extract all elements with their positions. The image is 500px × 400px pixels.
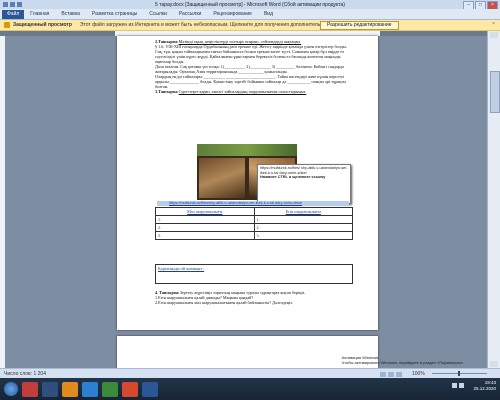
protected-view-message[interactable]: Этот файл загружен из Интернета и может …	[80, 22, 354, 28]
picture-left-scene	[199, 158, 245, 198]
task3-heading: 3.Тапсырма	[155, 89, 178, 94]
tab-view[interactable]: Вид	[258, 9, 279, 19]
protected-view-label: Защищенный просмотр	[13, 22, 72, 28]
document-page[interactable]: 2.Тапсырма Мәтінді оқып, кеңістіктерді т…	[117, 36, 378, 330]
system-tray: 19:43 25.12.2020	[452, 380, 496, 392]
taskbar-app-icon[interactable]	[102, 381, 118, 397]
tab-review[interactable]: Рецензирование	[207, 9, 258, 19]
table-cell[interactable]: 2.	[253, 223, 354, 232]
ribbon-tabs: Файл Главная Вставка Разметка страницы С…	[0, 9, 500, 20]
word-count[interactable]: Число слов: 1 204	[4, 371, 46, 377]
tooltip-hint: Нажмите CTRL и щелкните ссылку	[260, 175, 326, 180]
tab-file[interactable]: Файл	[2, 9, 25, 19]
zoom-level[interactable]: 100%	[412, 371, 425, 377]
table-cell[interactable]: 2.	[155, 223, 255, 232]
tab-mailings[interactable]: Рассылки	[173, 9, 207, 19]
watermark-text: Чтобы активировать Windows, перейдите в …	[341, 360, 464, 365]
web-layout-icon[interactable]	[396, 371, 402, 377]
start-button[interactable]	[4, 382, 18, 396]
comparison-table: Мал шаруашылығы Егін шаруашылығы 1. 1. 2…	[155, 207, 354, 240]
table-cell[interactable]: 1.	[253, 215, 354, 224]
hyperlink-tooltip: https://multiurok.ru/files/ shy-atlik-v-…	[257, 164, 351, 204]
taskbar-app-icon[interactable]	[122, 381, 138, 397]
paragraph-2: Дала аталған. Сақ қоғамы үш топқа: 1)___…	[155, 64, 344, 74]
taskbar-word-icon[interactable]	[142, 381, 158, 397]
tray-icons[interactable]	[452, 383, 464, 388]
print-layout-icon[interactable]	[380, 371, 386, 377]
table-header-livestock: Мал шаруашылығы	[155, 207, 255, 216]
document-body: 2.Тапсырма Мәтінді оқып, кеңістіктерді т…	[155, 39, 355, 94]
paragraph-3: Олардың ең ірі тайпалары: __________ ___…	[155, 74, 346, 89]
window-title: 5 тарау.docx [Защищенный просмотр] - Mic…	[155, 1, 345, 8]
tab-insert[interactable]: Вставка	[55, 9, 86, 19]
tooltip-url: https://multiurok.ru/files/ shy-atlik-v-…	[260, 166, 348, 175]
taskbar-app-icon[interactable]	[22, 381, 38, 397]
tab-home[interactable]: Главная	[24, 9, 55, 19]
taskbar-app-icon[interactable]	[82, 381, 98, 397]
enable-editing-button[interactable]: Разрешить редактирование	[320, 21, 399, 30]
picture-top-strip	[197, 144, 297, 156]
taskbar-app-icon[interactable]	[42, 381, 58, 397]
paragraph-1: § 1.6. VIII-XIII ғасырларда Ордабасының …	[155, 44, 347, 64]
vertical-scrollbar[interactable]	[487, 31, 500, 368]
taskbar-app-icon[interactable]	[62, 381, 78, 397]
conclusion-label: Қорытынды ой жазыңыз :	[158, 266, 205, 271]
close-icon[interactable]: ×	[492, 21, 495, 27]
task4-question-2: 2.Егін шаруашылығы мал шаруашылығымен қа…	[155, 300, 293, 305]
volume-icon[interactable]	[459, 383, 464, 388]
shield-icon	[4, 22, 10, 28]
table-cell[interactable]: 3.	[155, 231, 255, 240]
windows-taskbar: 19:43 25.12.2020	[0, 378, 500, 400]
tab-references[interactable]: Ссылки	[143, 9, 173, 19]
full-screen-icon[interactable]	[388, 371, 394, 377]
task4-section: 4. Тапсырма Зерттеу жүргізіңіз тарихтың …	[155, 290, 355, 305]
title-bar: 5 тарау.docx [Защищенный просмотр] - Mic…	[0, 0, 500, 10]
table-cell[interactable]: 3.	[253, 231, 354, 240]
activation-watermark: Активация Windows Чтобы активировать Win…	[342, 355, 464, 365]
conclusion-box[interactable]: Қорытынды ой жазыңыз :	[155, 264, 353, 284]
table-cell[interactable]: 1.	[155, 215, 255, 224]
source-hyperlink[interactable]: https://multiurok.ru/files/shy-atlik-v-u…	[157, 201, 349, 206]
table-header-farming: Егін шаруашылығы	[253, 207, 354, 216]
zoom-slider-knob[interactable]	[458, 371, 460, 376]
task3-intro: Суреттерге қарап, ежелгі тайпалардың шар…	[178, 89, 307, 94]
scrollbar-thumb[interactable]	[490, 71, 500, 113]
clock-date[interactable]: 25.12.2020	[473, 386, 496, 392]
protected-view-bar: Защищенный просмотр Этот файл загружен и…	[0, 20, 500, 31]
table-row: 2. 2.	[155, 223, 354, 232]
network-icon[interactable]	[452, 383, 457, 388]
next-document-page[interactable]	[117, 336, 378, 368]
tab-page-layout[interactable]: Разметка страницы	[86, 9, 143, 19]
view-buttons	[380, 371, 402, 377]
scroll-up-arrow[interactable]	[490, 32, 498, 38]
table-row: 1. 1.	[155, 215, 354, 224]
table-header-row: Мал шаруашылығы Егін шаруашылығы	[155, 207, 354, 216]
table-row: 3. 3.	[155, 231, 354, 240]
scroll-down-arrow[interactable]	[490, 361, 498, 367]
